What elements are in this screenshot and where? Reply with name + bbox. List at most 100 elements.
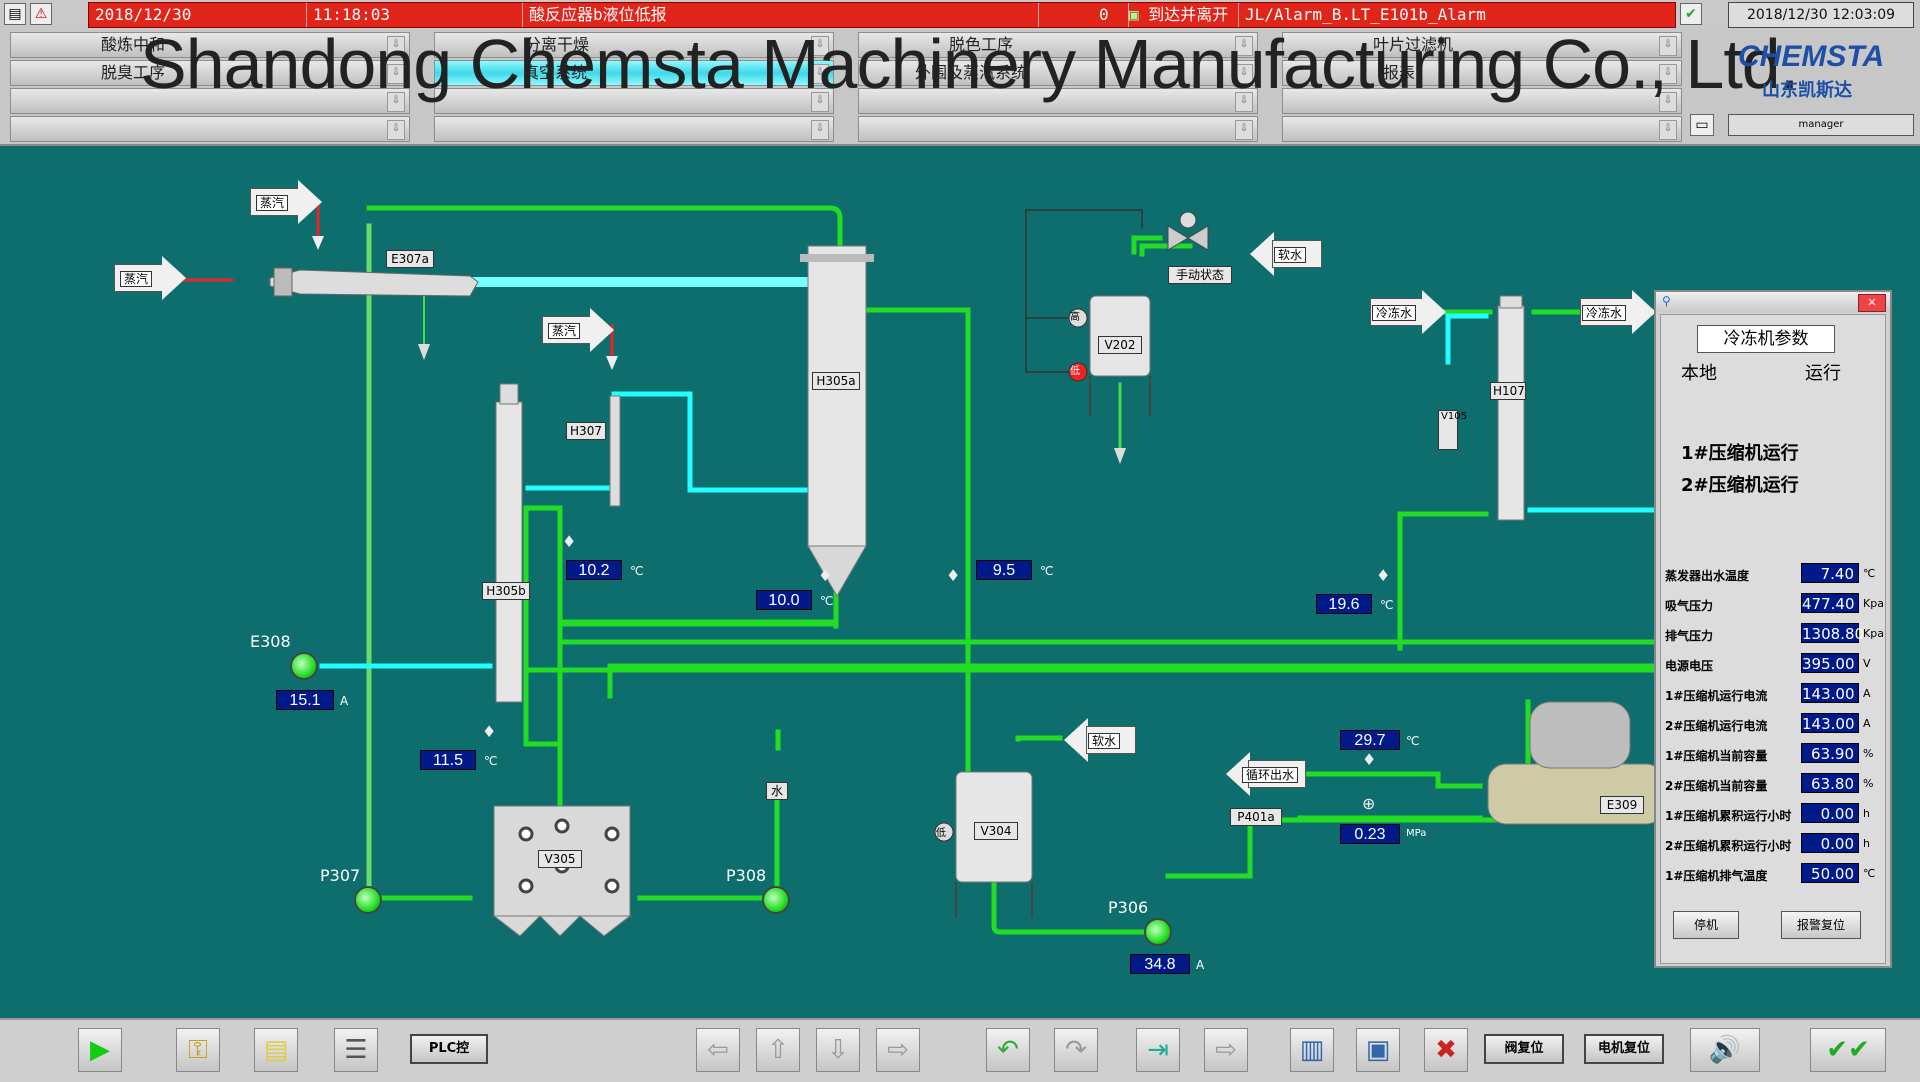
temperature-sensor-icon[interactable]: ♦	[946, 566, 960, 585]
temperature-sensor-icon[interactable]: ♦	[562, 532, 576, 551]
tag-p401a[interactable]: P401a	[1230, 808, 1282, 826]
manual-state-label[interactable]: 手动状态	[1168, 266, 1232, 284]
valve-reset-button[interactable]: 阀复位	[1484, 1034, 1564, 1064]
tag-v304[interactable]: V304	[974, 822, 1018, 840]
nav-button-empty[interactable]: ⇩	[10, 116, 410, 142]
tag-v105[interactable]: V105	[1438, 410, 1467, 450]
tag-e309[interactable]: E309	[1600, 796, 1644, 814]
param-unit: ℃	[1863, 567, 1876, 580]
tag-v202[interactable]: V202	[1098, 336, 1142, 354]
compressor1-status: 1#压缩机运行	[1681, 443, 1799, 464]
document-list-icon[interactable]: ☰	[334, 1028, 378, 1072]
pump-p307[interactable]	[354, 886, 382, 914]
tag-water[interactable]: 水	[766, 782, 788, 800]
param-row: 吸气压力 477.40 Kpa	[1665, 593, 1885, 617]
chevron-down-icon[interactable]: ⇩	[1659, 120, 1677, 140]
param-unit: %	[1863, 747, 1874, 760]
param-value: 477.40	[1801, 593, 1859, 613]
temp-readout: 9.5	[976, 560, 1032, 580]
arrow-up-icon[interactable]: ⇧	[756, 1028, 800, 1072]
compressor2-status: 2#压缩机运行	[1681, 475, 1799, 496]
param-name: 1#压缩机排气温度	[1665, 869, 1768, 883]
screen-icon[interactable]: ▭	[1690, 114, 1714, 136]
param-name: 1#压缩机运行电流	[1665, 689, 1768, 703]
tag-v305[interactable]: V305	[538, 850, 582, 868]
tag-e307a[interactable]: E307a	[386, 250, 434, 268]
nav-button-empty[interactable]: ⇩	[1282, 116, 1682, 142]
arrow-down-icon[interactable]: ⇩	[816, 1028, 860, 1072]
undo-icon[interactable]: ↶	[986, 1028, 1030, 1072]
export-icon[interactable]: ⇨	[1204, 1028, 1248, 1072]
motor-reset-button[interactable]: 电机复位	[1584, 1034, 1664, 1064]
temperature-sensor-icon[interactable]: ♦	[1376, 566, 1390, 585]
pipe	[1165, 699, 1531, 879]
key-icon[interactable]: ⚿	[176, 1028, 220, 1072]
level-low-indicator: 低	[1070, 366, 1080, 377]
chevron-down-icon[interactable]: ⇩	[1235, 120, 1253, 140]
temp-readout: 19.6	[1316, 594, 1372, 614]
steam-inlet-1[interactable]: 蒸汽	[114, 256, 186, 300]
alarm-reset-button[interactable]: 报警复位	[1781, 911, 1861, 939]
stop-button[interactable]: 停机	[1673, 911, 1739, 939]
brand-logo-cn: 山东凯斯达	[1762, 80, 1852, 101]
unit-label: ℃	[820, 594, 834, 608]
arrow-label: 蒸汽	[548, 323, 581, 339]
plc-control-button[interactable]: PLC控	[410, 1034, 488, 1064]
unit-label: A	[1196, 958, 1205, 972]
exchanger-h305b	[495, 401, 523, 703]
notepad-icon[interactable]: ▤	[254, 1028, 298, 1072]
tag-h305b[interactable]: H305b	[482, 582, 530, 600]
arrow-label: 蒸汽	[256, 195, 289, 211]
unit-label: ℃	[1406, 734, 1420, 748]
nav-button-empty[interactable]: ⇩	[858, 116, 1258, 142]
delete-file-icon[interactable]: ✖	[1424, 1028, 1468, 1072]
pump-p308[interactable]	[762, 886, 790, 914]
open-file-icon[interactable]: ▥	[1290, 1028, 1334, 1072]
unit-label: A	[340, 694, 349, 708]
arrow-label: 冷冻水	[1582, 305, 1627, 321]
chiller-parameters-window[interactable]: ⚲ ✕ 冷冻机参数 本地 运行 1#压缩机运行 2#压缩机运行 蒸发器出水温度 7…	[1654, 290, 1892, 968]
window-titlebar[interactable]: ⚲ ✕	[1656, 292, 1890, 312]
chevron-down-icon[interactable]: ⇩	[811, 120, 829, 140]
arrow-right-icon[interactable]: ⇨	[876, 1028, 920, 1072]
user-field[interactable]: manager	[1728, 114, 1914, 136]
alarm-status: 到达并离开	[1148, 5, 1229, 24]
chilled-water-inlet[interactable]: 冷冻水	[1370, 290, 1446, 334]
param-name: 2#压缩机当前容量	[1665, 779, 1768, 793]
pressure-gauge-icon[interactable]: ⊕	[1362, 794, 1375, 813]
ejector-e307a	[269, 269, 479, 297]
import-icon[interactable]: ⇥	[1136, 1028, 1180, 1072]
unit-label: MPa	[1406, 828, 1427, 839]
arrow-label: 蒸汽	[120, 271, 153, 287]
circulating-water-outlet[interactable]: 循环出水	[1226, 752, 1306, 796]
soft-water-inlet-2[interactable]: 软水	[1064, 718, 1136, 762]
tag-h305a[interactable]: H305a	[812, 372, 860, 390]
acknowledge-icon[interactable]: ✔	[1680, 3, 1702, 25]
warning-icon[interactable]: ⚠	[30, 3, 52, 25]
soft-water-inlet-1[interactable]: 软水	[1250, 232, 1322, 276]
param-row: 1#压缩机排气温度 50.00 ℃	[1665, 863, 1885, 887]
steam-inlet-3[interactable]: 蒸汽	[542, 308, 614, 352]
sound-icon[interactable]: 🔊	[1690, 1028, 1760, 1072]
pump-label-p307: P307	[320, 866, 361, 885]
param-unit: A	[1863, 717, 1871, 730]
steam-inlet-2[interactable]: 蒸汽	[250, 180, 322, 224]
confirm-icon[interactable]: ✔✔	[1810, 1028, 1886, 1072]
tag-h307[interactable]: H307	[566, 422, 606, 440]
nav-button-empty[interactable]: ⇩	[434, 116, 834, 142]
redo-icon[interactable]: ↷	[1054, 1028, 1098, 1072]
pump-p306[interactable]	[1144, 918, 1172, 946]
close-icon[interactable]: ✕	[1858, 294, 1886, 312]
chevron-down-icon[interactable]: ⇩	[387, 120, 405, 140]
notepad-icon[interactable]: ▤	[4, 3, 26, 25]
save-icon[interactable]: ▣	[1356, 1028, 1400, 1072]
tag-h107[interactable]: H107	[1490, 382, 1526, 400]
chilled-water-outlet[interactable]: 冷冻水	[1580, 290, 1656, 334]
pump-label-p308: P308	[726, 866, 767, 885]
arrow-left-icon[interactable]: ⇦	[696, 1028, 740, 1072]
temperature-sensor-icon[interactable]: ♦	[482, 722, 496, 741]
temperature-sensor-icon[interactable]: ♦	[1362, 750, 1376, 769]
temperature-sensor-icon[interactable]: ♦	[818, 566, 832, 585]
pump-e308[interactable]	[290, 652, 318, 680]
play-icon[interactable]: ▶	[78, 1028, 122, 1072]
